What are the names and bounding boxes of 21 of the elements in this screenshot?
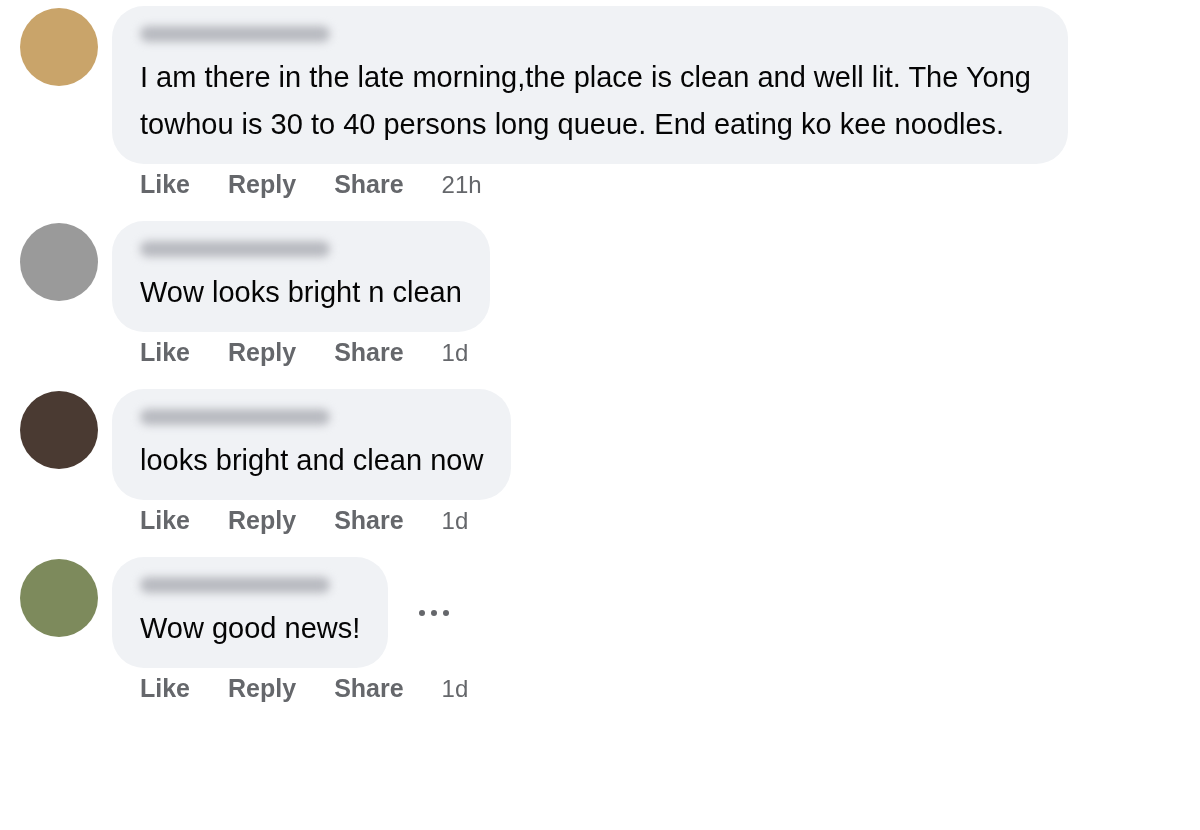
action-link[interactable]: Share <box>334 506 404 535</box>
timestamp: 1d <box>441 506 469 535</box>
action-link[interactable]: Like <box>140 170 191 199</box>
action-link[interactable]: Reply <box>228 506 297 535</box>
action-link[interactable]: Share <box>334 170 404 199</box>
action-link[interactable]: Reply <box>228 170 297 199</box>
timestamp: 1d <box>441 674 469 703</box>
comment-text: looks bright and clean now <box>140 443 484 478</box>
timestamp: 1d <box>441 338 469 367</box>
action-link[interactable]: Reply <box>228 338 297 367</box>
action-link[interactable]: Reply <box>228 674 297 703</box>
comment-text: Wow looks bright n clean <box>140 275 462 310</box>
action-link[interactable]: Like <box>140 338 191 367</box>
more-icon[interactable] <box>418 608 451 617</box>
comment-text: Wow good news! <box>140 611 361 646</box>
action-link[interactable]: Share <box>334 674 404 703</box>
comment-text: I am there in the late morning,the place is clean and well lit. The Yong towhou is 30 to 40 persons long queue. End eating ko kee noodles. <box>140 60 1032 142</box>
action-link[interactable]: Like <box>140 674 191 703</box>
action-link[interactable]: Share <box>334 338 404 367</box>
timestamp: 21h <box>441 170 482 199</box>
action-link[interactable]: Like <box>140 506 191 535</box>
